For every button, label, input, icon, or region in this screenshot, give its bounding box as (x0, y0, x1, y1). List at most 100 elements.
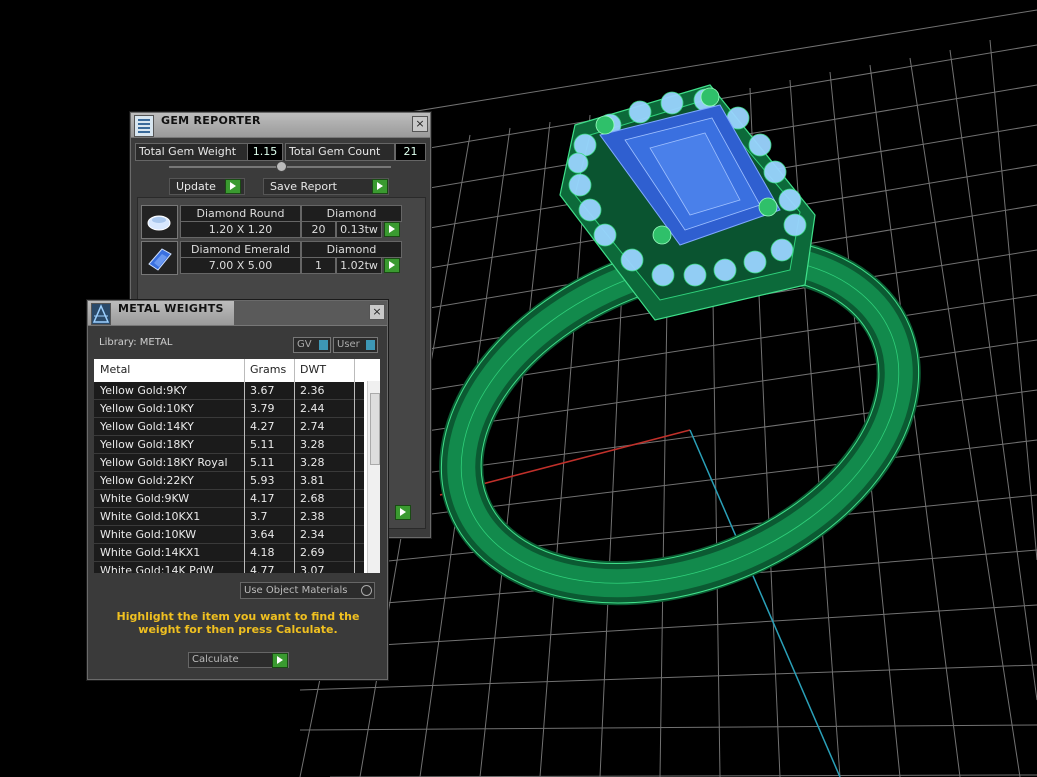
round-diamond-icon (141, 205, 178, 239)
column-header-grams: Grams (250, 363, 287, 376)
play-arrow-icon[interactable] (372, 179, 388, 194)
radio-icon (361, 585, 372, 596)
metal-name-cell: Yellow Gold:22KY (100, 474, 194, 487)
metal-name-cell: Yellow Gold:18KY Royal (100, 456, 228, 469)
play-arrow-icon[interactable] (395, 505, 411, 520)
column-divider (294, 359, 295, 573)
slider-handle[interactable] (276, 161, 287, 172)
dwt-cell: 2.34 (300, 528, 325, 541)
column-divider (244, 359, 245, 573)
dwt-cell: 2.74 (300, 420, 325, 433)
save-report-button[interactable]: Save Report (263, 178, 389, 195)
table-row[interactable]: Yellow Gold:14KY 4.27 2.74 (94, 418, 364, 436)
table-row[interactable]: Yellow Gold:22KY 5.93 3.81 (94, 472, 364, 490)
metal-name-cell: White Gold:9KW (100, 492, 190, 505)
total-gem-weight-label: Total Gem Weight (135, 143, 248, 161)
dwt-cell: 2.36 (300, 384, 325, 397)
grams-cell: 3.79 (250, 402, 275, 415)
table-row[interactable]: White Gold:10KX1 3.7 2.38 (94, 508, 364, 526)
table-body: Yellow Gold:9KY 3.67 2.36 Yellow Gold:10KY 3… (94, 382, 364, 573)
metal-name-cell: Yellow Gold:14KY (100, 420, 194, 433)
use-object-materials-toggle[interactable]: Use Object Materials (240, 582, 375, 599)
dwt-cell: 3.07 (300, 564, 325, 573)
gem-material: Diamond (301, 205, 402, 222)
user-library-toggle[interactable]: User (333, 337, 378, 353)
gem-row[interactable]: Diamond Round Diamond 1.20 X 1.20 20 0.1… (141, 205, 403, 239)
close-icon[interactable]: × (412, 116, 428, 132)
gem-row[interactable]: Diamond Emerald Diamond 7.00 X 5.00 1 1.… (141, 241, 403, 275)
grams-cell: 3.64 (250, 528, 275, 541)
table-row[interactable]: White Gold:9KW 4.17 2.68 (94, 490, 364, 508)
table-row[interactable]: Yellow Gold:10KY 3.79 2.44 (94, 400, 364, 418)
dwt-cell: 2.38 (300, 510, 325, 523)
column-divider (354, 359, 355, 573)
table-row[interactable]: Yellow Gold:9KY 3.67 2.36 (94, 382, 364, 400)
gem-reporter-title: GEM REPORTER (161, 114, 261, 127)
gem-reporter-titlebar[interactable]: GEM REPORTER × (131, 113, 430, 138)
play-arrow-icon[interactable] (384, 258, 400, 273)
emerald-cut-icon (141, 241, 178, 275)
metal-weights-titlebar[interactable]: METAL WEIGHTS (88, 301, 234, 326)
vertical-scrollbar[interactable] (367, 381, 380, 573)
total-gem-count-label: Total Gem Count (285, 143, 395, 161)
table-row[interactable]: White Gold:14K PdW 4.77 3.07 (94, 562, 364, 573)
play-arrow-icon[interactable] (225, 179, 241, 194)
total-gem-weight-value: 1.15 (247, 143, 283, 161)
user-label: User (337, 339, 360, 350)
gem-count: 20 (301, 221, 336, 238)
metal-name-cell: White Gold:14KX1 (100, 546, 201, 559)
play-arrow-icon[interactable] (272, 653, 288, 668)
gem-name: Diamond Emerald (180, 241, 301, 258)
gem-size: 1.20 X 1.20 (180, 221, 301, 238)
metal-weights-title: METAL WEIGHTS (118, 302, 224, 315)
dwt-cell: 3.28 (300, 456, 325, 469)
instruction-text: Highlight the item you want to find the … (116, 610, 360, 636)
grams-cell: 5.93 (250, 474, 275, 487)
metal-weights-window: METAL WEIGHTS × Library: METAL GV User M… (87, 300, 388, 680)
dwt-cell: 2.44 (300, 402, 325, 415)
dwt-cell: 3.81 (300, 474, 325, 487)
table-row[interactable]: White Gold:10KW 3.64 2.34 (94, 526, 364, 544)
scale-icon (91, 303, 111, 325)
metal-weights-titlebar-extension[interactable]: × (234, 301, 387, 326)
grams-cell: 4.18 (250, 546, 275, 559)
grams-cell: 3.67 (250, 384, 275, 397)
play-arrow-icon[interactable] (384, 222, 400, 237)
total-gem-count-value: 21 (395, 143, 426, 161)
scrollbar-thumb[interactable] (370, 393, 380, 465)
grams-cell: 4.77 (250, 564, 275, 573)
gem-size: 7.00 X 5.00 (180, 257, 301, 274)
calculate-button-label: Calculate (192, 654, 239, 665)
metal-name-cell: White Gold:14K PdW (100, 564, 214, 573)
grams-cell: 3.7 (250, 510, 268, 523)
close-icon[interactable]: × (369, 304, 385, 320)
gv-library-toggle[interactable]: GV (293, 337, 331, 353)
library-label: Library: METAL (99, 337, 173, 348)
dwt-cell: 3.28 (300, 438, 325, 451)
table-row[interactable]: White Gold:14KX1 4.18 2.69 (94, 544, 364, 562)
metal-name-cell: Yellow Gold:10KY (100, 402, 194, 415)
gv-label: GV (297, 339, 312, 350)
metal-name-cell: White Gold:10KW (100, 528, 197, 541)
use-object-materials-label: Use Object Materials (244, 585, 348, 596)
update-button-label: Update (176, 180, 216, 193)
gem-weight: 1.02tw (336, 257, 382, 274)
dwt-cell: 2.68 (300, 492, 325, 505)
table-header: Metal Grams DWT (94, 359, 380, 381)
gem-name: Diamond Round (180, 205, 301, 222)
table-row[interactable]: Yellow Gold:18KY 5.11 3.28 (94, 436, 364, 454)
metal-name-cell: Yellow Gold:9KY (100, 384, 187, 397)
grams-cell: 4.17 (250, 492, 275, 505)
toggle-icon (366, 340, 375, 350)
column-header-metal: Metal (100, 363, 131, 376)
grams-cell: 5.11 (250, 456, 275, 469)
table-row[interactable]: Yellow Gold:18KY Royal 5.11 3.28 (94, 454, 364, 472)
column-header-dwt: DWT (300, 363, 327, 376)
toggle-icon (319, 340, 328, 350)
dwt-cell: 2.69 (300, 546, 325, 559)
save-report-button-label: Save Report (270, 180, 337, 193)
grams-cell: 5.11 (250, 438, 275, 451)
gem-count: 1 (301, 257, 336, 274)
gem-reporter-app-icon (134, 115, 154, 137)
grams-cell: 4.27 (250, 420, 275, 433)
